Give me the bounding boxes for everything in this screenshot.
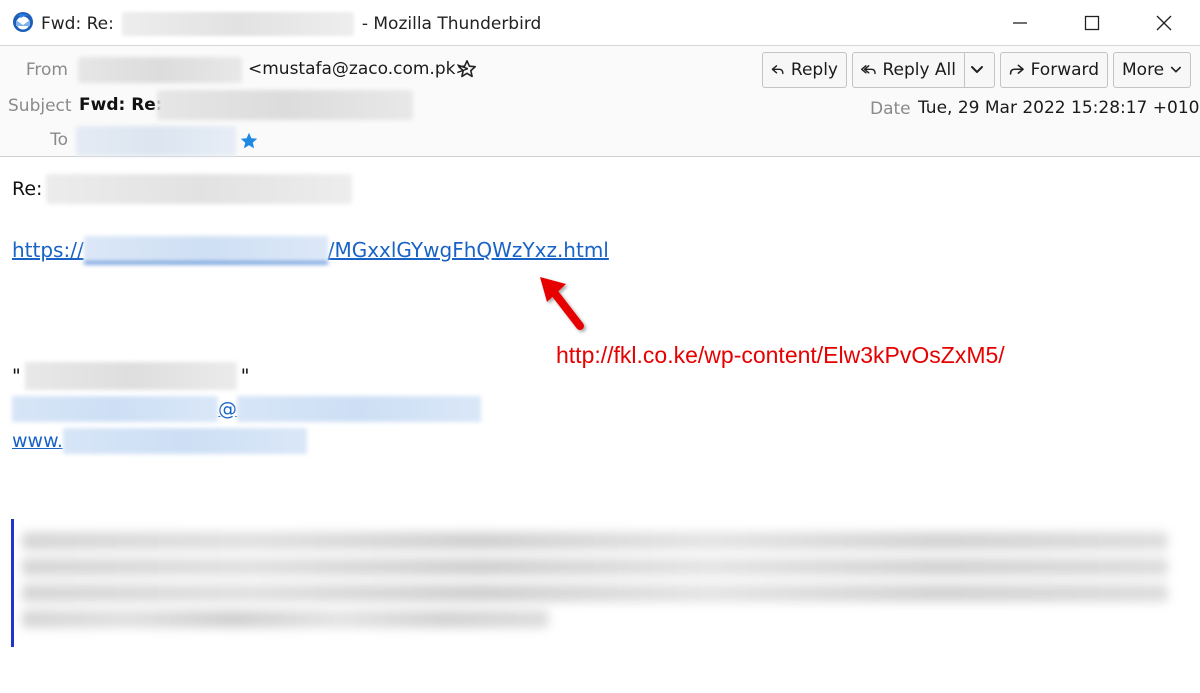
reply-all-button[interactable]: Reply All — [852, 52, 965, 88]
reply-all-icon — [861, 65, 876, 75]
reply-all-dropdown[interactable] — [964, 52, 995, 88]
re-line: Re: — [12, 174, 353, 204]
more-button[interactable]: More — [1113, 52, 1191, 88]
date-label: Date — [870, 99, 911, 119]
reply-label: Reply — [790, 60, 838, 80]
maximize-button[interactable] — [1056, 0, 1128, 46]
thunderbird-logo-icon — [13, 12, 33, 32]
blurred-quoted-text — [22, 524, 1168, 646]
subject-value: Fwd: Re: — [79, 95, 163, 115]
forward-label: Forward — [1030, 60, 1099, 80]
message-body: Re: https:// /MGxxlGYwgFhQWzYxz.html htt… — [0, 158, 1200, 693]
reply-all-label: Reply All — [882, 60, 956, 80]
redacted-recipient — [76, 126, 236, 156]
malicious-link[interactable]: https:// /MGxxlGYwgFhQWzYxz.html — [12, 236, 609, 264]
minimize-icon — [1013, 22, 1027, 24]
to-label: To — [50, 130, 68, 150]
red-arrow-icon — [540, 277, 584, 330]
sender-address[interactable]: <mustafa@zaco.com.pk> — [248, 59, 470, 79]
redacted-subject-text — [157, 90, 413, 120]
message-header: From <mustafa@zaco.com.pk> Subject Fwd: … — [0, 46, 1200, 157]
redacted-email-user[interactable] — [12, 396, 218, 422]
chevron-down-icon — [970, 66, 983, 73]
link-path[interactable]: /MGxxlGYwgFhQWzYxz.html — [328, 238, 609, 262]
reply-icon — [771, 65, 784, 75]
forward-icon — [1009, 64, 1024, 75]
forward-button[interactable]: Forward — [1000, 52, 1108, 88]
quote-open: " — [12, 365, 21, 387]
star-outline-icon[interactable] — [457, 59, 477, 79]
at-sign[interactable]: @ — [218, 398, 237, 420]
redacted-email-domain[interactable] — [237, 396, 481, 422]
redacted-re-text — [46, 174, 353, 204]
redacted-website[interactable] — [62, 428, 307, 454]
maximize-icon — [1084, 15, 1100, 31]
minimize-button[interactable] — [984, 0, 1056, 46]
web-prefix[interactable]: www. — [12, 430, 63, 452]
window-title-prefix: Fwd: Re: — [41, 14, 114, 34]
quote-close: " — [240, 365, 250, 387]
quote-bar — [11, 519, 14, 647]
annotation-url: http://fkl.co.ke/wp-content/Elw3kPvOsZxM… — [556, 342, 1005, 368]
more-label: More — [1122, 60, 1165, 80]
re-prefix: Re: — [12, 178, 43, 200]
redacted-sender-name — [78, 57, 242, 83]
signature-email[interactable]: @ — [12, 396, 481, 422]
signature-website[interactable]: www. — [12, 428, 307, 454]
window-title-suffix: - Mozilla Thunderbird — [361, 14, 542, 34]
date-value: Tue, 29 Mar 2022 15:28:17 +0100 — [918, 98, 1200, 118]
close-button[interactable] — [1128, 0, 1200, 46]
close-icon — [1156, 15, 1172, 31]
title-bar: Fwd: Re: - Mozilla Thunderbird — [0, 0, 1200, 46]
redacted-subject — [121, 12, 354, 36]
chevron-down-icon — [1171, 66, 1182, 73]
window-title: Fwd: Re: - Mozilla Thunderbird — [41, 12, 541, 36]
link-scheme[interactable]: https:// — [12, 238, 84, 262]
signature-name: " " — [12, 362, 250, 390]
subject-label: Subject — [8, 96, 72, 116]
star-filled-icon[interactable] — [239, 131, 259, 151]
from-label: From — [25, 60, 68, 80]
redacted-signature-name — [24, 362, 237, 390]
redacted-link-domain[interactable] — [83, 236, 328, 264]
reply-button[interactable]: Reply — [762, 52, 847, 88]
